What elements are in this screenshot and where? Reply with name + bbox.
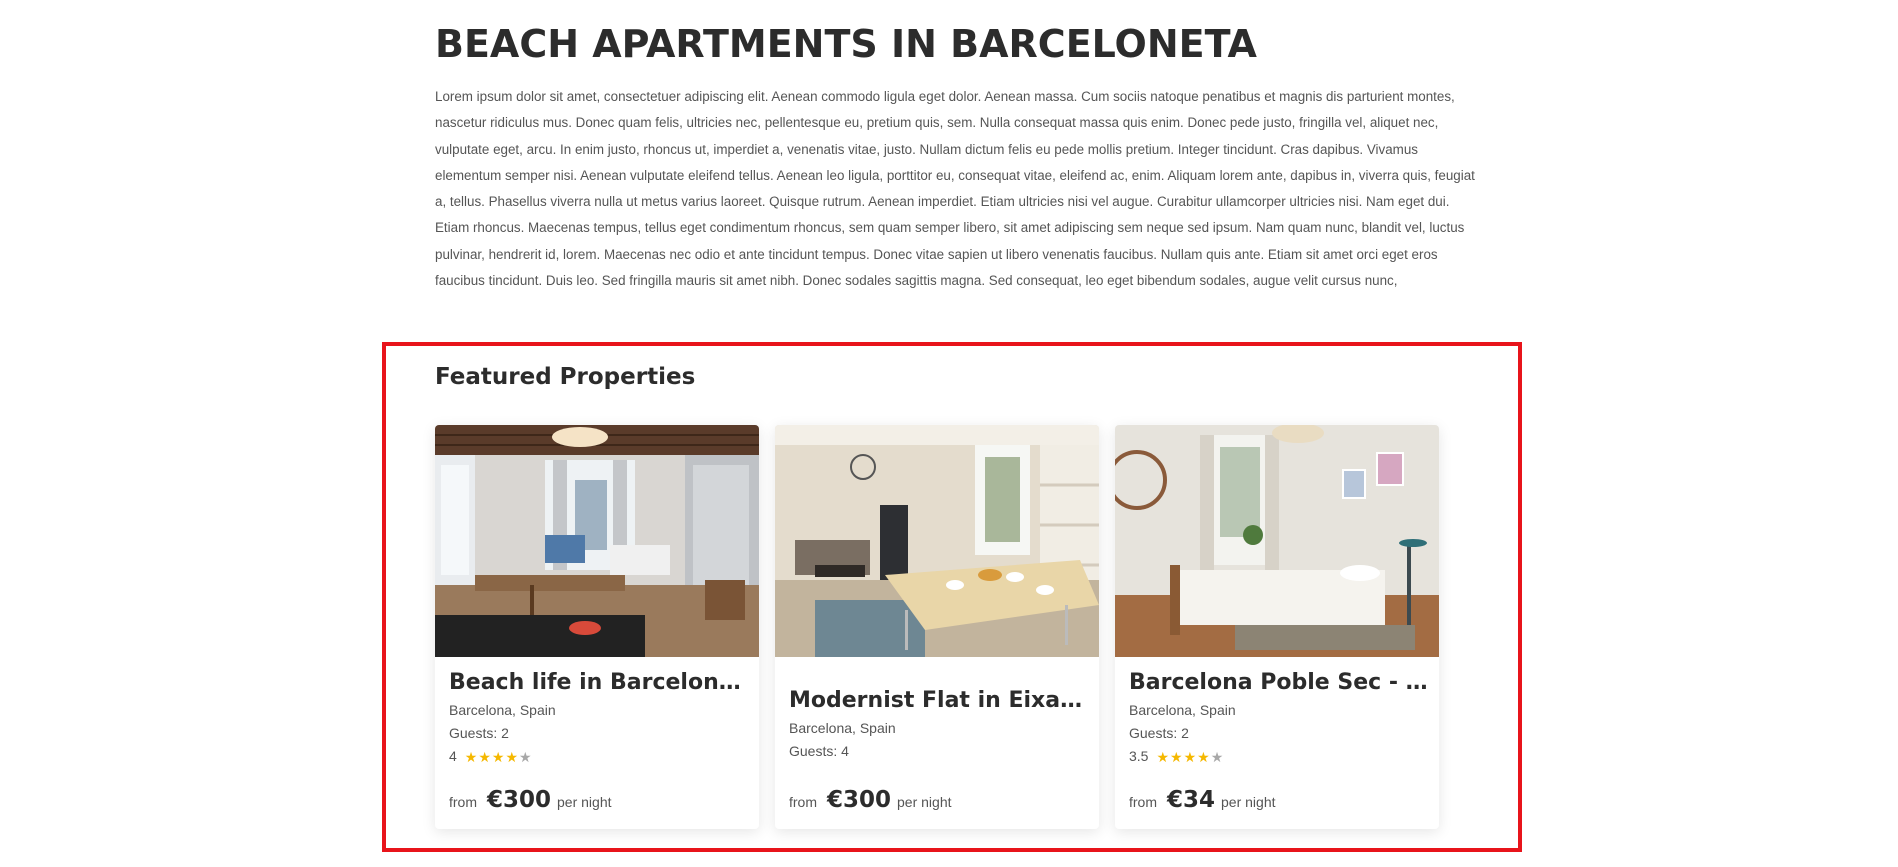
property-card-poble-sec[interactable]: Barcelona Poble Sec - Ce... Barcelona, S… — [1115, 425, 1439, 829]
price-value: €34 — [1167, 787, 1216, 813]
property-name[interactable]: Beach life in Barceloneta — [449, 667, 749, 699]
rating-stars: ★ ★ ★ ★ ★ — [1156, 750, 1224, 764]
price-value: €300 — [827, 787, 892, 813]
property-location: Barcelona, Spain — [1129, 702, 1236, 718]
star-icon: ★ — [464, 748, 478, 765]
price-value: €300 — [487, 787, 552, 813]
star-icon: ★ — [1170, 748, 1183, 765]
property-price: from €34 per night — [1129, 787, 1276, 813]
property-price: from €300 per night — [449, 787, 612, 813]
property-photo[interactable] — [435, 425, 759, 657]
property-location: Barcelona, Spain — [449, 702, 556, 718]
star-icon: ★ — [1156, 748, 1170, 765]
property-photo[interactable] — [1115, 425, 1439, 657]
property-location: Barcelona, Spain — [789, 720, 896, 736]
page-title: BEACH APARTMENTS IN BARCELONETA — [435, 22, 1257, 66]
star-icon: ★ — [478, 748, 491, 765]
price-from-label: from — [789, 794, 817, 810]
property-card-beach-life[interactable]: Beach life in Barceloneta Barcelona, Spa… — [435, 425, 759, 829]
property-guests: Guests: 2 — [449, 725, 509, 741]
rating-value: 3.5 — [1129, 748, 1149, 764]
property-rating: 4 ★ ★ ★ ★ ★ — [449, 745, 749, 768]
rating-value: 4 — [449, 748, 457, 764]
featured-properties-title: Featured Properties — [435, 364, 696, 390]
property-card-modernist-flat[interactable]: Modernist Flat in Eixample Barcelona, Sp… — [775, 425, 1099, 829]
property-photo[interactable] — [775, 425, 1099, 657]
property-rating: 3.5 ★ ★ ★ ★ ★ — [1129, 745, 1429, 768]
intro-paragraph: Lorem ipsum dolor sit amet, consectetuer… — [435, 89, 1475, 289]
property-name[interactable]: Barcelona Poble Sec - Ce... — [1129, 667, 1429, 699]
price-unit-label: per night — [557, 794, 612, 810]
star-icon: ★ — [505, 748, 519, 765]
price-unit-label: per night — [897, 794, 952, 810]
property-name[interactable]: Modernist Flat in Eixample — [789, 685, 1089, 717]
star-icon: ★ — [1197, 748, 1210, 765]
star-icon: ★ — [519, 748, 532, 765]
price-from-label: from — [1129, 794, 1157, 810]
price-from-label: from — [449, 794, 477, 810]
price-unit-label: per night — [1221, 794, 1276, 810]
rating-stars: ★ ★ ★ ★ ★ — [465, 750, 533, 764]
property-price: from €300 per night — [789, 787, 952, 813]
star-icon: ★ — [1183, 748, 1197, 765]
property-guests: Guests: 4 — [789, 743, 849, 759]
star-icon: ★ — [1210, 748, 1224, 765]
property-guests: Guests: 2 — [1129, 725, 1189, 741]
star-icon: ★ — [491, 748, 505, 765]
